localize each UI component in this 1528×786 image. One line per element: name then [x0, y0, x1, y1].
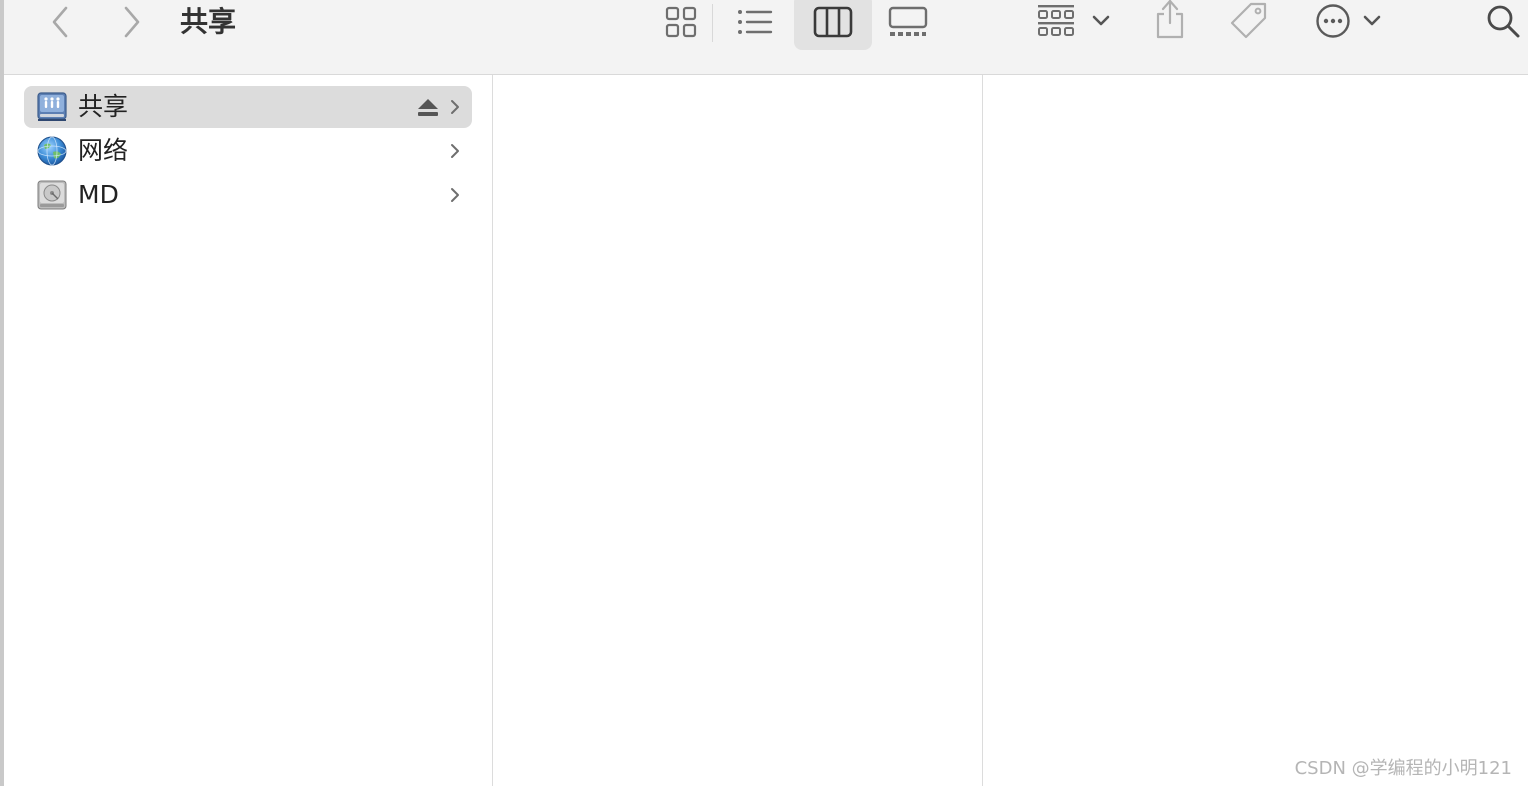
list-item-label: 共享 [78, 92, 129, 121]
chevron-right-icon [451, 188, 459, 202]
window-title: 共享 [180, 5, 237, 38]
group-grid-icon [1038, 5, 1074, 36]
forward-button[interactable] [114, 2, 150, 42]
grid-icon [665, 6, 697, 38]
chevron-right-icon [451, 144, 459, 158]
share-button[interactable] [1150, 0, 1190, 42]
chevron-down-icon [1363, 15, 1381, 26]
chevron-down-icon [1092, 15, 1110, 26]
list-item-label: 网络 [78, 136, 129, 165]
shared-server-icon [37, 92, 67, 121]
list-item-md[interactable]: MD [24, 174, 472, 216]
group-button[interactable] [1034, 0, 1114, 42]
browser-column-3 [983, 75, 1528, 786]
list-icon [738, 10, 773, 34]
search-button[interactable] [1482, 0, 1524, 42]
hard-drive-icon [37, 180, 67, 210]
list-item-shared[interactable]: 共享 [24, 86, 472, 128]
chevron-right-icon [451, 100, 459, 114]
ellipsis-circle-icon [1316, 4, 1350, 38]
more-actions-button[interactable] [1310, 0, 1388, 42]
columns-icon [813, 6, 853, 38]
tag-button[interactable] [1226, 0, 1272, 42]
eject-icon[interactable] [416, 96, 440, 118]
search-icon [1487, 5, 1520, 38]
watermark: CSDN @学编程的小明121 [1294, 758, 1512, 779]
list-item-network[interactable]: 网络 [24, 130, 472, 172]
list-item-label: MD [78, 180, 119, 209]
icon-view-button[interactable] [658, 2, 704, 42]
back-button[interactable] [42, 2, 78, 42]
gallery-icon [888, 6, 928, 36]
chevron-right-icon [124, 6, 140, 38]
share-icon [1156, 0, 1184, 39]
chevron-left-icon [52, 6, 68, 38]
browser-column-2 [493, 75, 983, 786]
toolbar-divider [712, 4, 713, 42]
tag-icon [1230, 2, 1267, 39]
column-view-button[interactable] [794, 0, 872, 50]
gallery-view-button[interactable] [884, 2, 932, 42]
finder-window: 共享 共享 网络 MD CSDN @学编程的小明121 [0, 0, 1528, 786]
browser-column-1: 共享 网络 MD [4, 75, 493, 786]
list-view-button[interactable] [732, 2, 778, 42]
toolbar: 共享 [4, 0, 1528, 75]
network-globe-icon [37, 136, 67, 166]
